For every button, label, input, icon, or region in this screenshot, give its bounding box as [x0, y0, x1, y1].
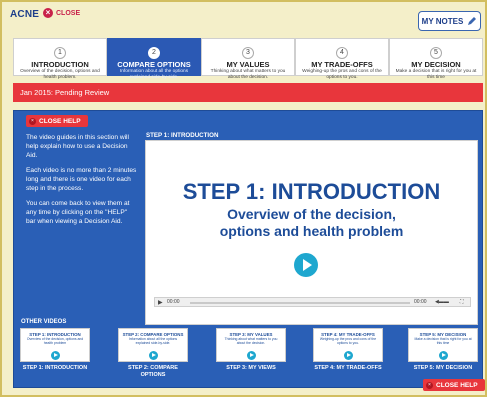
step-number: 3: [242, 47, 254, 59]
video-thumbnail-step-4[interactable]: STEP 4: MY TRADE-OFFS Weighing-up the pr…: [313, 328, 383, 372]
close-icon: ×: [426, 381, 433, 389]
help-paragraph: The video guides in this section will he…: [26, 134, 129, 159]
video-player[interactable]: STEP 1: INTRODUCTION Overview of the dec…: [145, 140, 478, 325]
step-compare-options[interactable]: 2 COMPARE OPTIONS Information about all …: [107, 38, 201, 80]
thumbnail-frame: STEP 2: COMPARE OPTIONS Information abou…: [118, 328, 188, 362]
play-pause-icon[interactable]: ▶: [158, 299, 163, 306]
video-thumbnail-step-3[interactable]: STEP 3: MY VALUES Thinking about what ma…: [216, 328, 286, 372]
thumbnail-caption: STEP 4: MY TRADE-OFFS: [314, 365, 382, 371]
video-heading: STEP 1: INTRODUCTION: [146, 132, 219, 139]
app-frame: ACNE × CLOSE MY NOTES 1 INTRODUCTION Ove…: [0, 0, 487, 397]
top-bar: ACNE × CLOSE MY NOTES: [2, 2, 485, 42]
help-paragraph: You can come back to view them at any ti…: [26, 200, 130, 225]
step-title: MY VALUES: [226, 60, 270, 69]
help-paragraph: Each video is no more than 2 minutes lon…: [26, 167, 137, 192]
step-description: Make a decision that is right for you at…: [395, 69, 477, 80]
other-videos-heading: OTHER VIDEOS: [21, 319, 67, 325]
pencil-icon: [468, 17, 477, 25]
step-description: Weighing-up the pros and cons of the opt…: [302, 69, 382, 80]
time-total: 00:00: [414, 299, 427, 305]
thumbnail-frame: STEP 4: MY TRADE-OFFS Weighing-up the pr…: [313, 328, 383, 362]
close-icon: ×: [29, 117, 36, 125]
close-help-button-top[interactable]: × CLOSE HELP: [26, 115, 88, 127]
help-panel: × CLOSE HELP The video guides in this se…: [13, 110, 485, 391]
thumbnail-desc: Weighing-up the pros and cons of the opt…: [319, 337, 377, 345]
play-icon: [51, 351, 60, 360]
thumbnail-desc: Information about all the options explai…: [128, 337, 178, 345]
video-subtitle-line: options and health problem: [219, 223, 404, 239]
app-title: ACNE: [10, 9, 40, 20]
close-icon: ×: [43, 8, 53, 18]
thumbnail-frame: STEP 1: INTRODUCTION Overview of the dec…: [20, 328, 90, 362]
volume-icon[interactable]: ◀▬▬: [435, 299, 449, 305]
thumbnail-caption: STEP 5: MY DECISION: [413, 365, 473, 371]
close-help-label: CLOSE HELP: [39, 117, 81, 125]
step-number: 4: [336, 47, 348, 59]
my-notes-label: MY NOTES: [421, 16, 464, 26]
step-title: MY DECISION: [411, 60, 461, 69]
video-thumbnail-step-5[interactable]: STEP 5: MY DECISION Make a decision that…: [408, 328, 478, 372]
play-icon: [247, 351, 256, 360]
step-title: COMPARE OPTIONS: [117, 60, 191, 69]
step-title: INTRODUCTION: [31, 60, 89, 69]
video-subtitle: Overview of the decision, options and he…: [146, 206, 477, 240]
thumbnail-desc: Make a decision that is right for you at…: [414, 337, 472, 345]
thumbnail-frame: STEP 5: MY DECISION Make a decision that…: [408, 328, 478, 362]
step-description: Overview of the decision, options and he…: [20, 69, 100, 80]
video-title: STEP 1: INTRODUCTION: [182, 179, 441, 204]
step-title: MY TRADE-OFFS: [311, 60, 373, 69]
status-banner-text: Jan 2015: Pending Review: [20, 88, 110, 97]
status-banner: Jan 2015: Pending Review: [13, 83, 483, 102]
step-description: Thinking about what matters to you about…: [210, 69, 286, 80]
step-my-values[interactable]: 3 MY VALUES Thinking about what matters …: [201, 38, 295, 80]
play-icon: [149, 351, 158, 360]
step-my-trade-offs[interactable]: 4 MY TRADE-OFFS Weighing-up the pros and…: [295, 38, 389, 80]
step-navigation: 1 INTRODUCTION Overview of the decision,…: [13, 38, 483, 80]
play-icon[interactable]: [294, 253, 318, 277]
step-number: 2: [148, 47, 160, 59]
step-introduction[interactable]: 1 INTRODUCTION Overview of the decision,…: [13, 38, 107, 80]
my-notes-button[interactable]: MY NOTES: [418, 11, 481, 31]
video-controls: ▶ 00:00 00:00 ◀▬▬ ⛶: [154, 297, 471, 307]
thumbnail-caption: STEP 1: INTRODUCTION: [22, 365, 88, 371]
thumbnail-caption: STEP 3: MY VIEWS: [226, 365, 276, 371]
thumbnail-caption: STEP 2: COMPARE OPTIONS: [128, 365, 178, 378]
close-help-label: CLOSE HELP: [436, 381, 478, 389]
play-icon: [344, 351, 353, 360]
step-description: Information about all the options explai…: [119, 69, 189, 80]
time-current: 00:00: [167, 299, 180, 305]
video-subtitle-line: Overview of the decision,: [227, 206, 396, 222]
close-button[interactable]: × CLOSE: [43, 8, 80, 18]
step-number: 5: [430, 47, 442, 59]
step-my-decision[interactable]: 5 MY DECISION Make a decision that is ri…: [389, 38, 483, 80]
step-number: 1: [54, 47, 66, 59]
video-thumbnail-step-1[interactable]: STEP 1: INTRODUCTION Overview of the dec…: [20, 328, 90, 372]
thumbnail-desc: Thinking about what matters to you about…: [224, 337, 278, 345]
thumbnail-desc: Overview of the decision, options and he…: [26, 337, 84, 345]
close-label: CLOSE: [56, 9, 81, 17]
seek-bar[interactable]: [190, 302, 410, 304]
close-help-button-bottom[interactable]: × CLOSE HELP: [423, 379, 485, 391]
play-icon: [439, 351, 448, 360]
video-thumbnail-step-2[interactable]: STEP 2: COMPARE OPTIONS Information abou…: [118, 328, 188, 378]
fullscreen-icon[interactable]: ⛶: [460, 299, 464, 305]
help-description: The video guides in this section will he…: [26, 133, 138, 232]
thumbnail-frame: STEP 3: MY VALUES Thinking about what ma…: [216, 328, 286, 362]
